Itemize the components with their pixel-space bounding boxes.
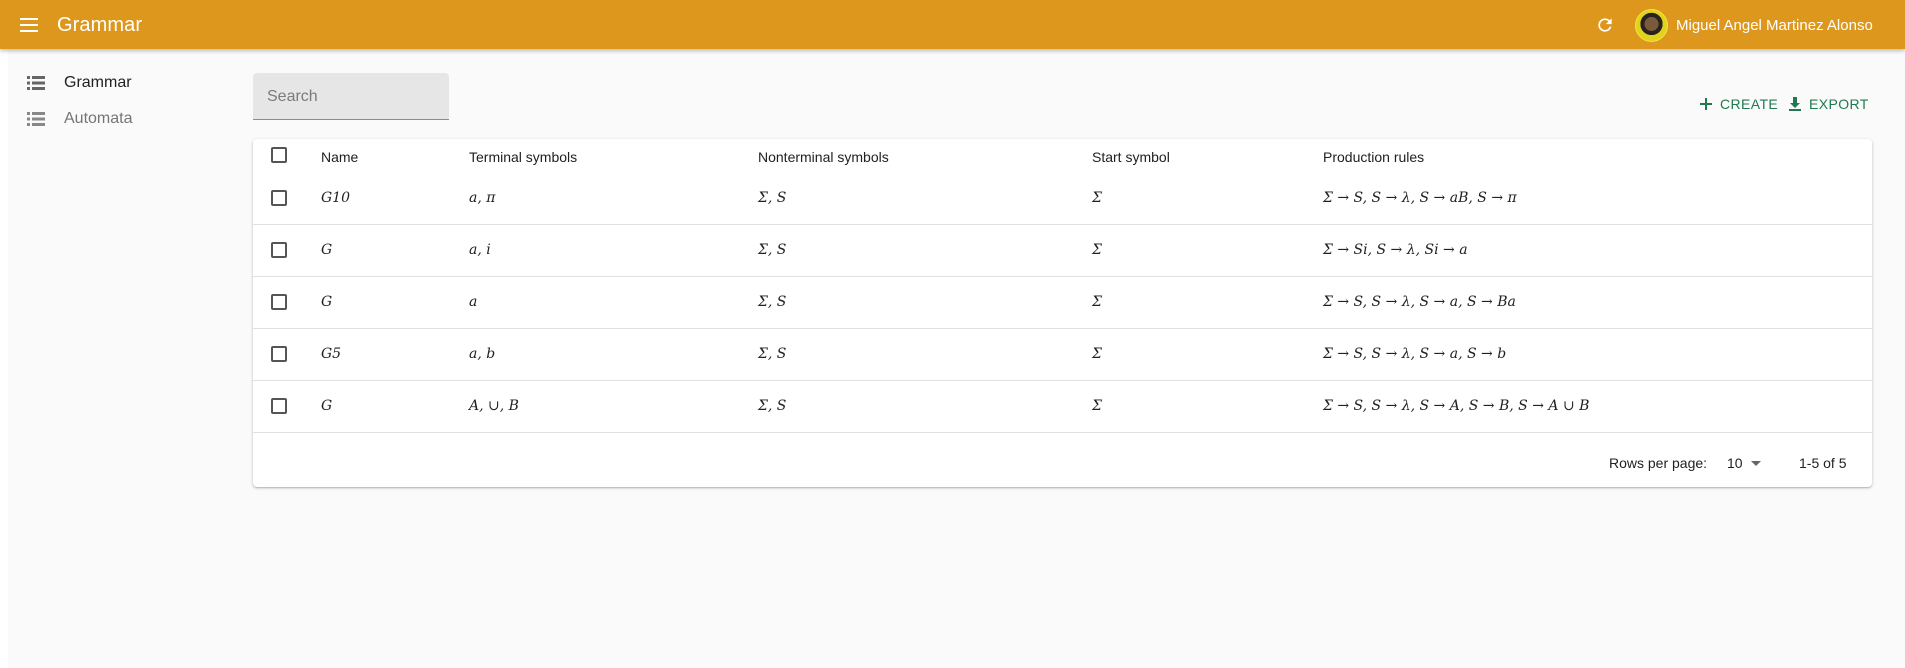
cell-rules: Σ → Si, S → λ, Si → a — [1323, 242, 1468, 258]
cell-terminal: a, i — [469, 242, 491, 258]
sidebar-item-label: Grammar — [64, 74, 132, 91]
cell-name: G — [321, 242, 333, 258]
header-rules[interactable]: Production rules — [1323, 149, 1424, 165]
header-terminal[interactable]: Terminal symbols — [469, 149, 577, 165]
sidebar-item-grammar[interactable]: Grammar — [0, 68, 230, 98]
chevron-down-icon — [1750, 460, 1761, 466]
cell-terminal: a, π — [469, 190, 496, 206]
cell-start: Σ — [1092, 346, 1102, 362]
cell-start: Σ — [1092, 294, 1102, 310]
export-button[interactable]: EXPORT — [1789, 93, 1869, 115]
cell-terminal: a — [469, 294, 478, 310]
table-pagination: Rows per page: 10 1-5 of 5 — [253, 439, 1872, 487]
app-bar: Grammar Miguel Angel Martinez Alonso — [0, 0, 1905, 49]
cell-rules: Σ → S, S → λ, S → a, S → Ba — [1323, 294, 1516, 310]
header-name[interactable]: Name — [321, 149, 358, 165]
pagination-range: 1-5 of 5 — [1799, 455, 1847, 471]
cell-nonterminal: Σ, S — [758, 242, 787, 258]
cell-start: Σ — [1092, 242, 1102, 258]
cell-name: G — [321, 294, 333, 310]
table-row[interactable]: G10 a, π Σ, S Σ Σ → S, S → λ, S → aB, S … — [253, 173, 1872, 225]
row-checkbox[interactable] — [271, 242, 287, 258]
row-checkbox[interactable] — [271, 294, 287, 310]
header-nonterminal[interactable]: Nonterminal symbols — [758, 149, 889, 165]
rows-per-page-select[interactable]: 10 — [1727, 455, 1761, 471]
create-label: CREATE — [1720, 96, 1779, 112]
cell-name: G5 — [321, 346, 342, 362]
row-checkbox[interactable] — [271, 398, 287, 414]
table-row[interactable]: G a Σ, S Σ Σ → S, S → λ, S → a, S → Ba — [253, 277, 1872, 329]
export-label: EXPORT — [1809, 96, 1869, 112]
create-button[interactable]: CREATE — [1700, 93, 1778, 115]
select-all-checkbox[interactable] — [271, 147, 287, 163]
cell-terminal: A, ∪, B — [469, 398, 519, 414]
refresh-button[interactable] — [1593, 13, 1617, 37]
cell-nonterminal: Σ, S — [758, 398, 787, 414]
cell-rules: Σ → S, S → λ, S → a, S → b — [1323, 346, 1507, 362]
cell-rules: Σ → S, S → λ, S → A, S → B, S → A ∪ B — [1323, 398, 1590, 414]
table-row[interactable]: G A, ∪, B Σ, S Σ Σ → S, S → λ, S → A, S … — [253, 381, 1872, 433]
search-field[interactable] — [253, 73, 449, 120]
row-checkbox[interactable] — [271, 346, 287, 362]
user-name: Miguel Angel Martinez Alonso — [1676, 16, 1873, 34]
sidebar-item-automata[interactable]: Automata — [0, 104, 230, 134]
search-input[interactable] — [265, 87, 439, 107]
menu-button[interactable] — [16, 12, 42, 38]
header-start[interactable]: Start symbol — [1092, 149, 1170, 165]
row-checkbox[interactable] — [271, 190, 287, 206]
grammar-table: Name Terminal symbols Nonterminal symbol… — [253, 139, 1872, 487]
menu-icon — [20, 18, 38, 32]
table-row[interactable]: G a, i Σ, S Σ Σ → Si, S → λ, Si → a — [253, 225, 1872, 277]
cell-rules: Σ → S, S → λ, S → aB, S → π — [1323, 190, 1517, 206]
refresh-icon — [1598, 18, 1612, 32]
rows-per-page-value: 10 — [1727, 455, 1743, 471]
plus-icon — [1700, 98, 1712, 110]
cell-name: G10 — [321, 190, 350, 206]
list-icon — [27, 76, 45, 90]
page: Grammar Miguel Angel Martinez Alonso Gra… — [0, 0, 1905, 668]
cell-nonterminal: Σ, S — [758, 190, 787, 206]
rows-per-page-label: Rows per page: — [1609, 455, 1708, 471]
download-icon — [1789, 97, 1801, 111]
table-header: Name Terminal symbols Nonterminal symbol… — [253, 139, 1872, 173]
cell-nonterminal: Σ, S — [758, 294, 787, 310]
avatar — [1635, 8, 1668, 42]
table-row[interactable]: G5 a, b Σ, S Σ Σ → S, S → λ, S → a, S → … — [253, 329, 1872, 381]
list-icon — [27, 112, 45, 126]
sidebar-item-label: Automata — [64, 110, 133, 127]
user-menu[interactable]: Miguel Angel Martinez Alonso — [1635, 8, 1873, 42]
cell-start: Σ — [1092, 190, 1102, 206]
cell-nonterminal: Σ, S — [758, 346, 787, 362]
cell-name: G — [321, 398, 333, 414]
cell-start: Σ — [1092, 398, 1102, 414]
cell-terminal: a, b — [469, 346, 496, 362]
app-title: Grammar — [57, 14, 143, 36]
